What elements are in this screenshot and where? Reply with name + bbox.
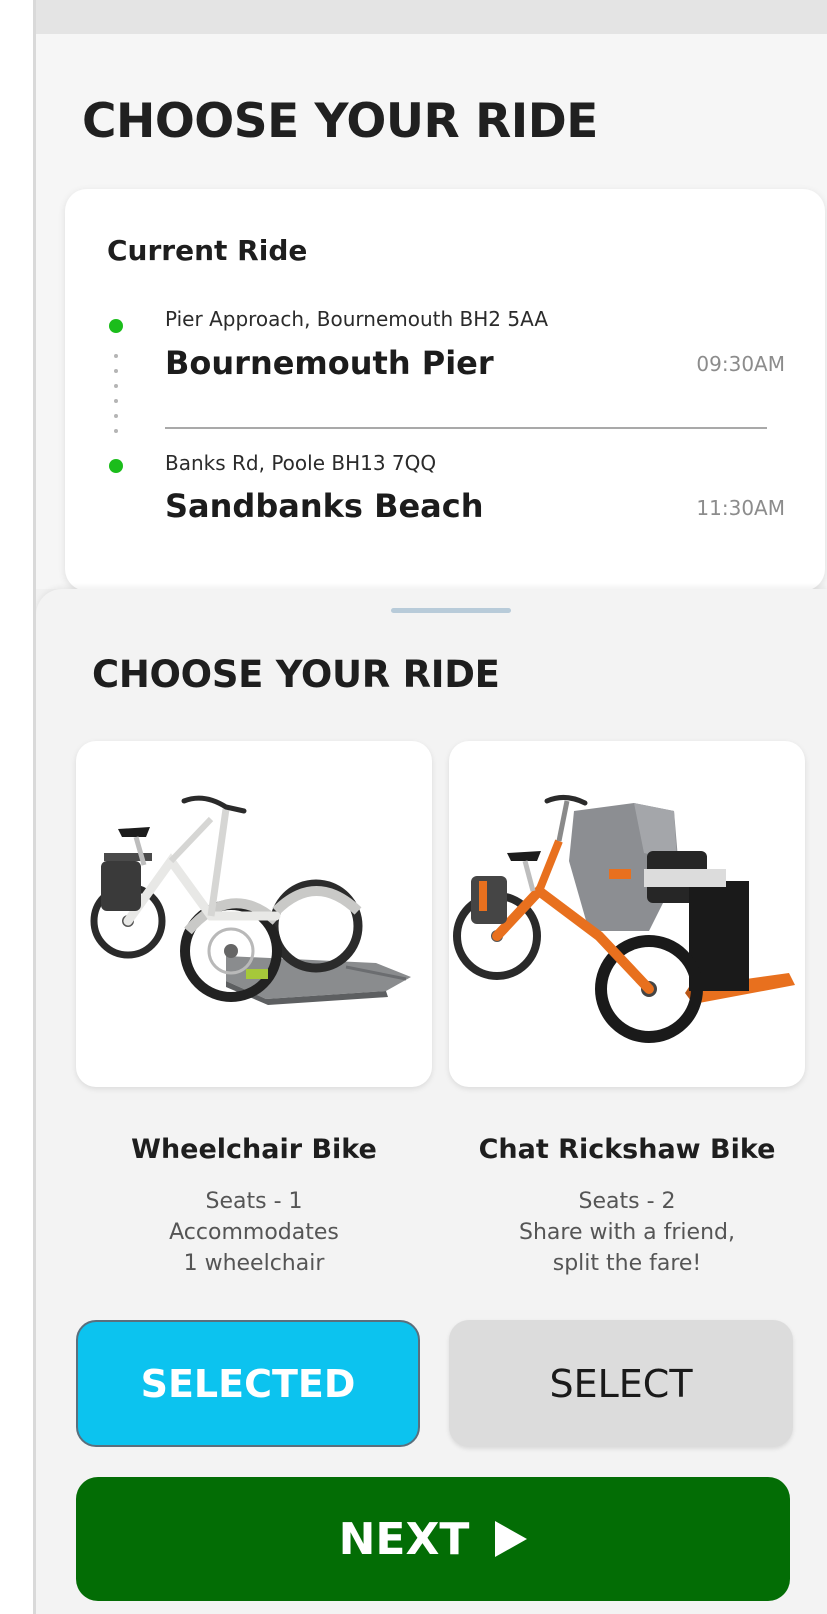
left-edge (0, 0, 36, 1614)
route-connector-icon (114, 354, 118, 444)
dropoff-address: Banks Rd, Poole BH13 7QQ (165, 451, 437, 475)
app-screen: CHOOSE YOUR RIDE Current Ride Pier Appro… (36, 0, 827, 1614)
status-strip (36, 0, 827, 34)
wheelchair-bike-name: Wheelchair Bike (131, 1134, 377, 1165)
next-button[interactable]: NEXT (76, 1477, 790, 1601)
chat-rickshaw-bike-image (453, 795, 795, 1043)
dropoff-time: 11:30AM (696, 496, 785, 520)
wheelchair-bike-description: Seats - 1 Accommodates 1 wheelchair (169, 1189, 339, 1276)
current-ride-title: Current Ride (107, 234, 308, 267)
play-triangle-icon (495, 1521, 528, 1557)
ride-options-sheet: CHOOSE YOUR RIDE Wheelchair Bike Seats -… (36, 589, 827, 1614)
chat-rickshaw-bike-card[interactable] (449, 741, 805, 1087)
wheelchair-bike-image (90, 795, 411, 1005)
chat-rickshaw-bike-name: Chat Rickshaw Bike (478, 1134, 776, 1165)
pickup-name: Bournemouth Pier (165, 344, 494, 382)
chat-rickshaw-select-button[interactable]: SELECT (449, 1320, 793, 1447)
sheet-title: CHOOSE YOUR RIDE (92, 653, 500, 696)
chat-rickshaw-bike-description: Seats - 2 Share with a friend, split the… (519, 1189, 735, 1276)
dropoff-name: Sandbanks Beach (165, 487, 484, 525)
pickup-time: 09:30AM (696, 352, 785, 376)
page-title: CHOOSE YOUR RIDE (82, 94, 598, 149)
wheelchair-bike-card[interactable] (76, 741, 432, 1087)
pickup-dot-icon (109, 319, 123, 333)
pickup-address: Pier Approach, Bournemouth BH2 5AA (165, 307, 549, 331)
header-area: CHOOSE YOUR RIDE Current Ride Pier Appro… (36, 34, 827, 591)
drag-handle[interactable] (391, 608, 511, 613)
current-ride-card: Current Ride Pier Approach, Bournemouth … (65, 189, 825, 591)
wheelchair-bike-selected-button[interactable]: SELECTED (76, 1320, 420, 1447)
card-divider (165, 427, 767, 429)
dropoff-dot-icon (109, 459, 123, 473)
next-button-label: NEXT (338, 1513, 470, 1565)
